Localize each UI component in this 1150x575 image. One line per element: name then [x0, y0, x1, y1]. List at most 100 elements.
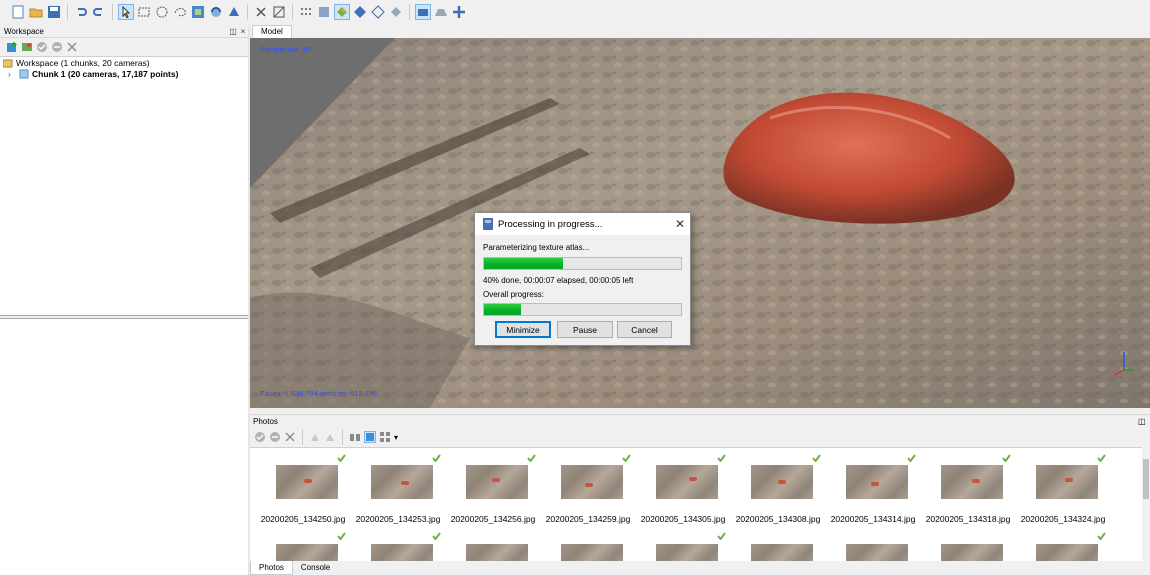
- pause-button[interactable]: Pause: [557, 321, 613, 338]
- main-toolbar: [0, 0, 1150, 24]
- photo-filename: 20200205_134250.jpg: [260, 514, 346, 524]
- undo-icon[interactable]: [73, 4, 89, 20]
- enable-icon[interactable]: [36, 41, 48, 53]
- aligned-check-icon: [717, 454, 726, 464]
- photo-item[interactable]: 20200205_134305.jpg: [635, 448, 731, 561]
- move-object-icon[interactable]: [451, 4, 467, 20]
- disable-icon[interactable]: [269, 431, 281, 443]
- photo-item[interactable]: 20200205_134318.jpg: [920, 448, 1016, 561]
- wireframe-icon[interactable]: [370, 4, 386, 20]
- photo-item[interactable]: 20200205_134256.jpg: [445, 448, 541, 561]
- photo-item[interactable]: 20200205_134324.jpg: [1015, 448, 1111, 561]
- model-viewport[interactable]: Perspective 30° Faces: 1,838,794 vertice…: [250, 38, 1150, 408]
- photo-filename: 20200205_134305.jpg: [640, 514, 726, 524]
- thumbnail-detail: [492, 478, 500, 482]
- remove-icon[interactable]: [284, 431, 296, 443]
- tab-console[interactable]: Console: [293, 561, 338, 575]
- photo-item[interactable]: 20200205_134259.jpg: [540, 448, 636, 561]
- dense-cloud-icon[interactable]: [316, 4, 332, 20]
- aligned-check-icon: [527, 454, 536, 464]
- aligned-check-icon: [337, 532, 346, 542]
- rotate-right-icon[interactable]: [324, 431, 336, 443]
- open-folder-icon[interactable]: [28, 4, 44, 20]
- toolbar-separator: [302, 429, 303, 445]
- view-mode-icon[interactable]: [379, 431, 391, 443]
- tab-photos[interactable]: Photos: [250, 561, 293, 575]
- overall-label: Overall progress:: [483, 290, 544, 299]
- photo-thumbnail: [371, 544, 433, 561]
- show-region-icon[interactable]: [433, 4, 449, 20]
- resize-region-icon[interactable]: [190, 4, 206, 20]
- close-icon[interactable]: ✕: [670, 217, 690, 231]
- select-pointer-icon[interactable]: [118, 4, 134, 20]
- aligned-check-icon: [717, 532, 726, 542]
- small-thumbnails-icon[interactable]: [364, 431, 376, 443]
- photo-filename: 20200205_134318.jpg: [925, 514, 1011, 524]
- shaded-model-icon[interactable]: [334, 4, 350, 20]
- add-photos-icon[interactable]: [21, 41, 33, 53]
- redo-icon[interactable]: [91, 4, 107, 20]
- toolbar-separator: [292, 4, 293, 20]
- workspace-toolbar: [0, 39, 248, 55]
- photo-thumbnail: [941, 465, 1003, 499]
- delete-icon[interactable]: [253, 4, 269, 20]
- thumbnail-detail: [304, 479, 312, 483]
- dialog-titlebar[interactable]: Processing in progress... ✕: [475, 213, 690, 235]
- photo-filename: 20200205_134259.jpg: [545, 514, 631, 524]
- photo-thumbnail: [1036, 465, 1098, 499]
- aligned-check-icon: [432, 532, 441, 542]
- close-pane-icon[interactable]: ×: [238, 27, 248, 36]
- rotate-left-icon[interactable]: [309, 431, 321, 443]
- photo-thumbnail: [276, 544, 338, 561]
- photo-thumbnail: [751, 465, 813, 499]
- crop-icon[interactable]: [271, 4, 287, 20]
- point-cloud-icon[interactable]: [298, 4, 314, 20]
- overall-progress-fill: [484, 304, 522, 315]
- new-doc-icon[interactable]: [10, 4, 26, 20]
- textured-icon[interactable]: [388, 4, 404, 20]
- photo-thumbnail: [371, 465, 433, 499]
- chevron-down-icon[interactable]: ▾: [394, 433, 398, 442]
- chevron-right-icon[interactable]: ›: [8, 69, 16, 79]
- photo-item[interactable]: 20200205_134250.jpg: [255, 448, 351, 561]
- tree-item-workspace[interactable]: Workspace (1 chunks, 20 cameras): [0, 57, 248, 68]
- disable-icon[interactable]: [51, 41, 63, 53]
- minimize-button[interactable]: Minimize: [495, 321, 551, 338]
- photo-thumbnail: [466, 544, 528, 561]
- cancel-button[interactable]: Cancel: [617, 321, 672, 338]
- thumbnail-detail: [585, 483, 593, 487]
- scrollbar-thumb[interactable]: [1143, 459, 1149, 499]
- dialog-title: Processing in progress...: [498, 218, 603, 230]
- rect-select-icon[interactable]: [136, 4, 152, 20]
- tree-item-chunk[interactable]: › Chunk 1 (20 cameras, 17,187 points): [0, 68, 248, 79]
- solid-model-icon[interactable]: [352, 4, 368, 20]
- workspace-tree: Workspace (1 chunks, 20 cameras) › Chunk…: [0, 56, 248, 316]
- model-tabbar: Model: [250, 25, 1150, 38]
- free-select-icon[interactable]: [172, 4, 188, 20]
- photo-item[interactable]: 20200205_134314.jpg: [825, 448, 921, 561]
- thumbnail-detail: [689, 477, 697, 481]
- photos-scrollbar[interactable]: [1142, 447, 1150, 561]
- bottom-tabbar: Photos Console: [250, 561, 1150, 575]
- photo-thumbnail: [276, 465, 338, 499]
- photo-item[interactable]: 20200205_134308.jpg: [730, 448, 826, 561]
- photo-thumbnail: [846, 465, 908, 499]
- tab-model[interactable]: Model: [252, 25, 292, 38]
- photo-item[interactable]: 20200205_134253.jpg: [350, 448, 446, 561]
- enable-icon[interactable]: [254, 431, 266, 443]
- photos-toolbar: ▾: [250, 428, 1150, 446]
- float-pane-icon[interactable]: ◫: [228, 27, 238, 36]
- save-icon[interactable]: [46, 4, 62, 20]
- float-pane-icon[interactable]: ◫: [1138, 417, 1150, 426]
- show-cameras-icon[interactable]: [415, 4, 431, 20]
- photo-thumbnail: [466, 465, 528, 499]
- photo-filename: 20200205_134256.jpg: [450, 514, 536, 524]
- add-chunk-icon[interactable]: [6, 41, 18, 53]
- rotate-region-icon[interactable]: [208, 4, 224, 20]
- navigation-icon[interactable]: [226, 4, 242, 20]
- filter-icon[interactable]: [349, 431, 361, 443]
- circle-select-icon[interactable]: [154, 4, 170, 20]
- workspace-icon: [3, 59, 13, 67]
- toolbar-separator: [112, 4, 113, 20]
- remove-icon[interactable]: [66, 41, 78, 53]
